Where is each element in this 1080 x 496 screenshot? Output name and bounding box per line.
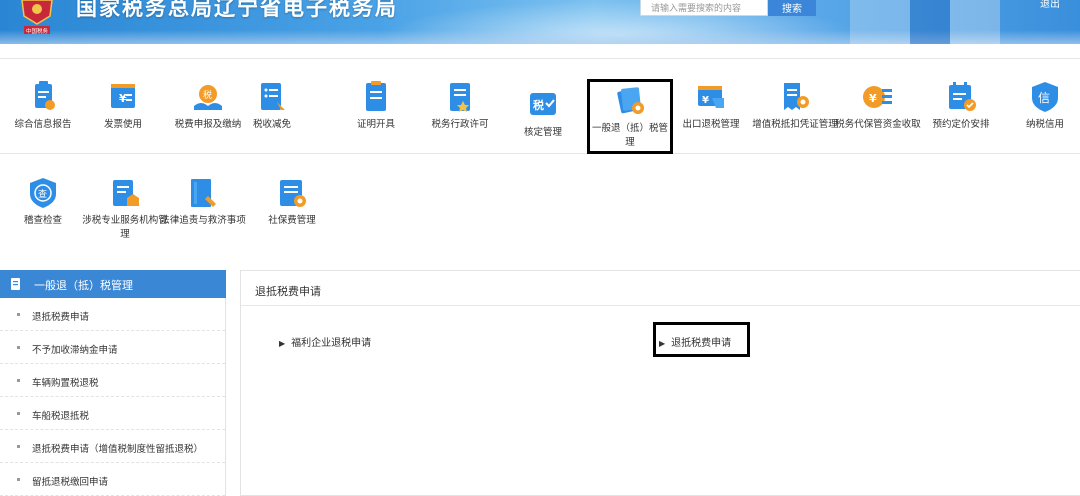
svg-text:¥: ¥ [702,95,709,106]
nav-item-label: 增值税抵扣凭证管理 [752,119,838,130]
highlight-box [653,322,750,357]
nav-item-assessment[interactable]: 税 核定管理 [500,88,586,140]
header-banner-block [850,0,910,44]
nav-item-permit[interactable]: 税务行政许可 [417,80,503,132]
link-label: 福利企业退税申请 [291,338,372,349]
content-panel: 退抵税费申请 ▶ 福利企业退税申请 ▶ 退抵税费申请 [240,270,1080,496]
sidebar-menu: 退抵税费申请 不予加收滞纳金申请 车辆购置税退税 车船税退抵税 退抵税费申请（增… [0,298,226,496]
nav-item-label: 稽查检查 [23,215,62,226]
nav-item-label: 核定管理 [523,127,562,138]
search-button[interactable]: 搜索 [768,0,816,16]
svg-text:查: 查 [38,188,47,200]
audit-icon: 查 [30,178,56,208]
nav-item-credit[interactable]: 信 纳税信用 [1002,80,1080,132]
nav-item-label: 出口退税管理 [682,119,740,130]
sidebar-item-vehicle-purchase-refund[interactable]: 车辆购置税退税 [0,364,225,397]
bullet-icon [17,445,20,448]
nav-item-tax-relief[interactable]: 税收减免 [229,80,315,132]
nav-item-pricing[interactable]: 预约定价安排 [918,80,1004,132]
svg-text:信: 信 [1038,91,1050,105]
permit-icon [450,83,470,112]
nav-item-label: 预约定价安排 [932,119,990,130]
header-banner-block [950,0,1000,44]
page-title: 退抵税费申请 [255,285,321,298]
nav-item-label: 法律追责与救济事项 [160,215,246,226]
svg-text:税: 税 [533,98,544,112]
bullet-icon [17,478,20,481]
export-refund-icon: ¥ [698,86,724,108]
search-input[interactable]: 请输入需要搜索的内容 [640,0,768,16]
site-title: 国家税务总局辽宁省电子税务局 [76,0,398,20]
logo-text: 中国税务 [26,27,49,35]
vat-voucher-icon [784,83,809,110]
nav-item-agency[interactable]: 涉税专业服务机构管理 [82,176,168,242]
svg-text:¥: ¥ [869,92,877,105]
agency-icon [113,180,139,206]
nav-item-vat-voucher[interactable]: 增值税抵扣凭证管理 [752,80,838,132]
sidebar-item-credit-refund-return[interactable]: 留抵退税缴回申请 [0,463,225,496]
tax-emblem-logo: 中国税务 [14,0,60,38]
nav-item-refund-selected[interactable]: 一般退（抵）税管理 [587,79,673,154]
bullet-icon [17,379,20,382]
header-banner-block [910,0,950,44]
sidebar-item-label: 留抵退税缴回申请 [32,477,109,488]
nav-item-export-refund[interactable]: ¥ 出口退税管理 [668,80,754,132]
credit-icon: 信 [1032,82,1058,112]
triangle-right-icon: ▶ [279,339,286,348]
sidebar-item-late-fee-waiver[interactable]: 不予加收滞纳金申请 [0,331,225,364]
sidebar-item-label: 车船税退抵税 [32,411,90,422]
sidebar-title: 一般退（抵）税管理 [34,279,133,292]
link-welfare-enterprise-refund[interactable]: ▶ 福利企业退税申请 [279,334,371,349]
nav-item-label: 税务代保管资金收取 [835,119,921,130]
sidebar-item-label: 不予加收滞纳金申请 [32,345,118,356]
tax-declare-icon: 税 [194,85,222,110]
title-divider [241,305,1080,306]
nav-item-label: 社保费管理 [268,215,316,226]
nav-item-label: 证明开具 [356,119,395,130]
tax-relief-icon [261,83,285,110]
nav-item-certificate[interactable]: 证明开具 [333,80,419,132]
nav-item-audit[interactable]: 查 稽查检查 [0,176,86,228]
report-icon [35,81,55,110]
nav-item-legal[interactable]: 法律追责与救济事项 [160,176,246,228]
logout-link[interactable]: 退出 [1040,0,1060,10]
invoice-icon: ¥ [111,84,135,108]
document-icon [11,278,20,290]
fund-custody-icon: ¥ [863,86,892,108]
bullet-icon [17,313,20,316]
bullet-icon [17,346,20,349]
bullet-icon [17,412,20,415]
certificate-icon [366,81,386,111]
nav-item-label: 一般退（抵）税管理 [591,123,668,148]
sidebar-item-vat-credit-refund[interactable]: 退抵税费申请（增值税制度性留抵退税） [0,430,225,463]
nav-item-report[interactable]: 综合信息报告 [0,80,86,132]
nav-item-label: 综合信息报告 [14,119,72,130]
sidebar-header: 一般退（抵）税管理 [0,270,226,298]
sidebar-item-label: 退抵税费申请（增值税制度性留抵退税） [32,444,204,455]
site-header: 中国税务 国家税务总局辽宁省电子税务局 请输入需要搜索的内容 搜索 退出 [0,0,1080,44]
pricing-icon [949,82,976,111]
social-security-icon [280,180,306,207]
svg-text:¥: ¥ [119,92,127,105]
nav-item-label: 发票使用 [103,119,142,130]
assessment-icon: 税 [530,93,556,115]
nav-item-fund-custody[interactable]: ¥ 税务代保管资金收取 [835,80,921,132]
legal-icon [191,179,216,207]
sidebar-item-refund-apply[interactable]: 退抵税费申请 [0,298,225,331]
nav-item-invoice[interactable]: ¥ 发票使用 [80,80,166,132]
nav-item-label: 税务行政许可 [431,119,489,130]
refund-icon [617,87,644,114]
svg-text:税: 税 [203,89,212,101]
nav-item-label: 税收减免 [252,119,291,130]
service-menu: 综合信息报告 ¥ 发票使用 税 税费申报及缴纳 税收减免 证明开具 税务行政许可… [0,58,1080,248]
sidebar-item-label: 退抵税费申请 [32,312,90,323]
nav-item-label: 纳税信用 [1025,119,1064,130]
sidebar-item-label: 车辆购置税退税 [32,378,99,389]
sidebar-item-vessel-tax-refund[interactable]: 车船税退抵税 [0,397,225,430]
nav-item-label: 涉税专业服务机构管理 [82,215,168,240]
nav-item-social-security[interactable]: 社保费管理 [249,176,335,228]
